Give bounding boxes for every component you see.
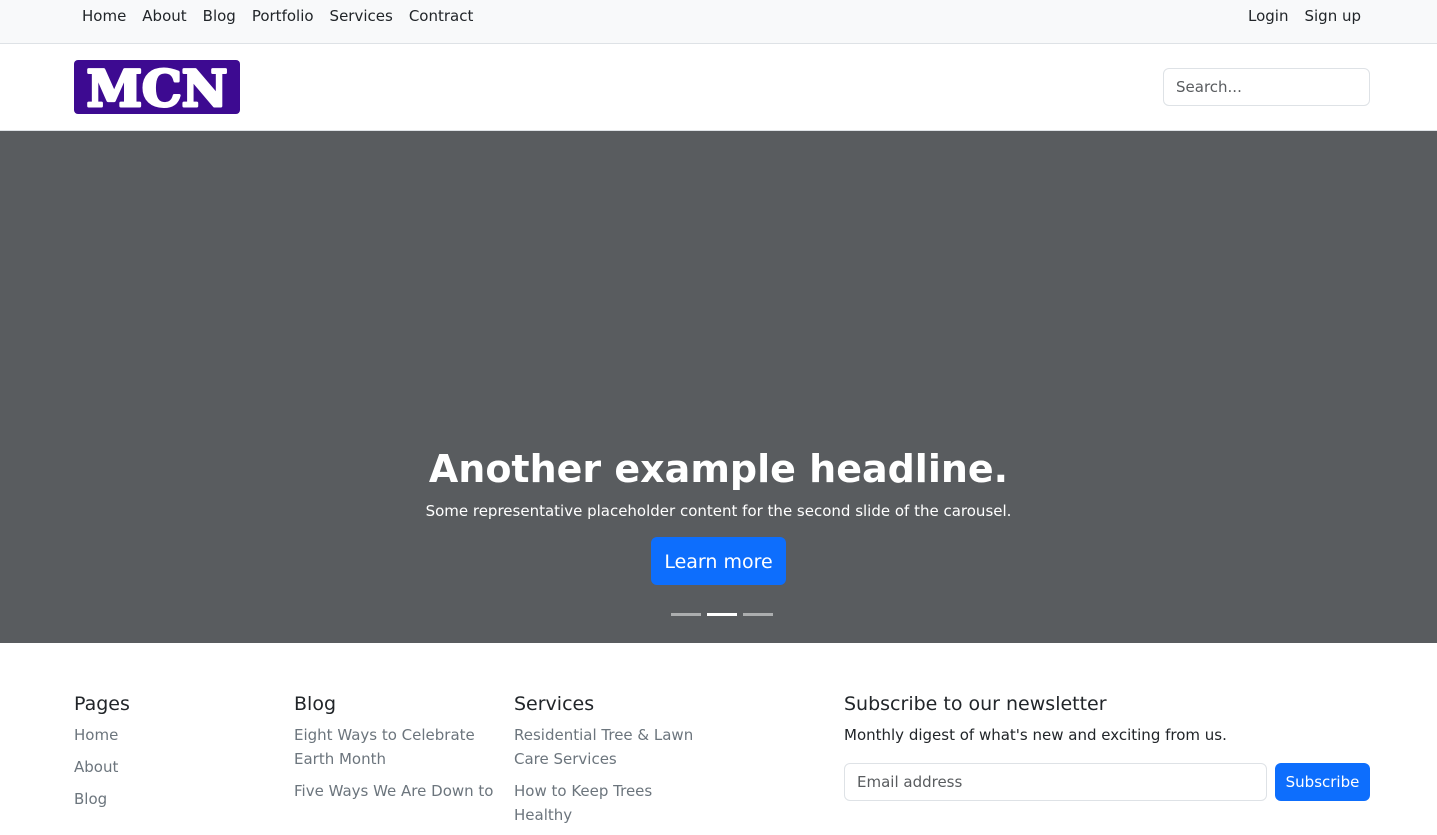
carousel-caption: Another example headline. Some represent… [0, 443, 1437, 585]
carousel-indicators [671, 613, 773, 616]
email-input[interactable] [844, 763, 1267, 801]
nav-blog[interactable]: Blog [195, 7, 244, 25]
carousel-indicator-2[interactable] [707, 613, 737, 616]
brand-logo[interactable]: MCN [74, 60, 240, 114]
nav-home[interactable]: Home [74, 7, 134, 25]
footer-pages-column: Pages Home About Blog [74, 691, 274, 819]
footer-services-link-1[interactable]: Residential Tree & Lawn Care Services [514, 723, 714, 771]
nav-about[interactable]: About [134, 7, 194, 25]
footer-pages-title: Pages [74, 693, 130, 715]
signup-link[interactable]: Sign up [1296, 7, 1369, 25]
nav-services[interactable]: Services [322, 7, 401, 25]
learn-more-button[interactable]: Learn more [651, 537, 786, 585]
carousel-indicator-3[interactable] [743, 613, 773, 616]
footer-blog-title: Blog [294, 693, 336, 715]
footer-services-title: Services [514, 693, 595, 715]
newsletter-form: Subscribe [844, 763, 1370, 801]
logo-wordmark: MCN [85, 62, 229, 112]
site-header: MCN [0, 44, 1437, 131]
subscribe-button[interactable]: Subscribe [1275, 763, 1370, 801]
footer-link-blog[interactable]: Blog [74, 787, 274, 811]
footer-link-about[interactable]: About [74, 755, 274, 779]
carousel-indicator-1[interactable] [671, 613, 701, 616]
footer-blog-column: Blog Eight Ways to Celebrate Earth Month… [294, 691, 494, 811]
newsletter-section: Subscribe to our newsletter Monthly dige… [844, 691, 1370, 801]
hero-carousel: Another example headline. Some represent… [0, 131, 1437, 643]
auth-nav: Login Sign up [1240, 0, 1369, 32]
top-navbar: Home About Blog Portfolio Services Contr… [0, 0, 1437, 44]
login-link[interactable]: Login [1240, 7, 1296, 25]
svg-text:MCN: MCN [87, 62, 228, 112]
footer-blog-link-1[interactable]: Eight Ways to Celebrate Earth Month [294, 723, 494, 771]
footer-link-home[interactable]: Home [74, 723, 274, 747]
footer-services-link-2[interactable]: How to Keep Trees Healthy [514, 779, 714, 827]
nav-contract[interactable]: Contract [401, 7, 482, 25]
footer-services-column: Services Residential Tree & Lawn Care Se… [514, 691, 714, 835]
footer-blog-link-2[interactable]: Five Ways We Are Down to [294, 779, 494, 803]
main-nav: Home About Blog Portfolio Services Contr… [74, 0, 481, 32]
newsletter-text: Monthly digest of what's new and excitin… [844, 726, 1227, 744]
carousel-headline: Another example headline. [428, 447, 1009, 491]
nav-portfolio[interactable]: Portfolio [244, 7, 322, 25]
site-footer: Pages Home About Blog Blog Eight Ways to… [0, 643, 1437, 824]
carousel-text: Some representative placeholder content … [425, 502, 1012, 520]
search-input[interactable] [1163, 68, 1370, 106]
newsletter-title: Subscribe to our newsletter [844, 693, 1107, 715]
